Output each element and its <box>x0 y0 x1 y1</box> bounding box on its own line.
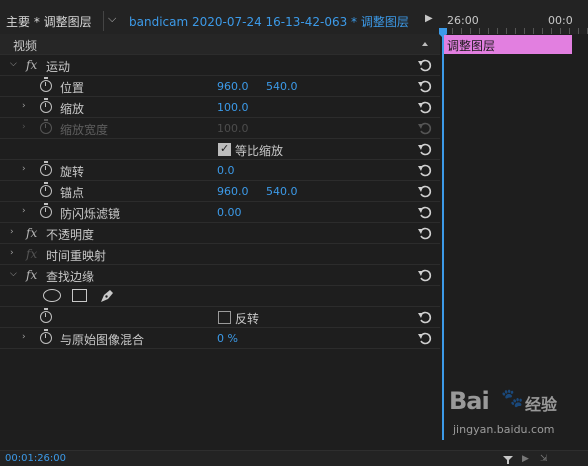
reset-icon[interactable] <box>417 162 433 178</box>
scale-width-value: 100.0 <box>217 122 249 135</box>
reset-icon[interactable] <box>417 267 433 283</box>
position-x-value[interactable]: 960.0 <box>217 80 249 93</box>
flicker-value[interactable]: 0.00 <box>217 206 242 219</box>
stopwatch-icon[interactable] <box>40 161 52 176</box>
fx-icon[interactable]: fx <box>26 58 37 72</box>
stopwatch-icon <box>40 119 52 134</box>
uniform-scale-checkbox[interactable] <box>218 142 231 156</box>
play-triangle-icon[interactable]: ▶ <box>425 13 433 24</box>
timeline-timecode-end: 00:0 <box>548 14 573 27</box>
property-position: 位置 960.0 540.0 <box>0 76 440 97</box>
filter-icon[interactable] <box>503 454 513 464</box>
invert-checkbox[interactable] <box>218 311 231 324</box>
export-icon[interactable]: ⇲ <box>540 454 550 464</box>
effect-motion[interactable]: ⌵ fx 运动 <box>0 55 440 76</box>
stopwatch-icon[interactable] <box>40 329 52 344</box>
effect-time-remap-label: 时间重映射 <box>46 249 107 263</box>
stopwatch-icon[interactable] <box>40 98 52 113</box>
watermark-url: jingyan.baidu.com <box>453 423 555 436</box>
chevron-right-icon[interactable]: › <box>22 101 26 111</box>
reset-icon[interactable] <box>417 330 433 346</box>
current-timecode[interactable]: 00:01:26:00 <box>5 453 66 464</box>
stopwatch-icon[interactable] <box>40 308 52 323</box>
section-video: 视频 <box>0 34 440 55</box>
reset-icon[interactable] <box>417 225 433 241</box>
fx-icon: fx <box>26 247 38 261</box>
reset-icon[interactable] <box>417 183 433 199</box>
property-rotation-label: 旋转 <box>60 165 85 179</box>
reset-icon[interactable] <box>417 204 433 220</box>
rotation-value[interactable]: 0.0 <box>217 164 235 177</box>
effect-opacity[interactable]: › fx 不透明度 <box>0 223 440 244</box>
chevron-right-icon[interactable]: › <box>22 332 26 342</box>
stopwatch-icon[interactable] <box>40 182 52 197</box>
bottom-bar: 00:01:26:00 ▶ ⇲ <box>0 450 588 466</box>
scroll-up-icon[interactable] <box>417 36 433 52</box>
timeline-clip[interactable]: 调整图层 <box>444 35 572 54</box>
property-flicker-label: 防闪烁滤镜 <box>60 207 121 221</box>
chevron-down-icon[interactable]: ⌵ <box>10 269 17 279</box>
play-icon[interactable]: ▶ <box>522 454 532 464</box>
clip-path-label[interactable]: bandicam 2020-07-24 16-13-42-063 * 调整图层 <box>129 13 409 30</box>
panel-header: 主要 * 调整图层 ⌵ bandicam 2020-07-24 16-13-42… <box>0 0 588 34</box>
pen-mask-icon[interactable] <box>98 287 116 305</box>
stopwatch-icon[interactable] <box>40 203 52 218</box>
ellipse-mask-icon[interactable] <box>43 289 61 302</box>
fx-icon[interactable]: fx <box>26 268 37 282</box>
anchor-x-value[interactable]: 960.0 <box>217 185 249 198</box>
property-anchor: 锚点 960.0 540.0 <box>0 181 440 202</box>
timeline-timecode-start: 26:00 <box>447 14 479 27</box>
chevron-right-icon[interactable]: › <box>22 206 26 216</box>
property-scale-width: › 缩放宽度 100.0 <box>0 118 440 139</box>
chevron-right-icon[interactable]: › <box>22 164 26 174</box>
anchor-y-value[interactable]: 540.0 <box>266 185 298 198</box>
property-scale-label: 缩放 <box>60 102 85 116</box>
watermark: Bai 🐾 经验 jingyan.baidu.com <box>447 385 582 445</box>
property-flicker-filter: › 防闪烁滤镜 0.00 <box>0 202 440 223</box>
header-divider <box>103 11 104 31</box>
reset-icon[interactable] <box>417 309 433 325</box>
fx-icon[interactable]: fx <box>26 226 37 240</box>
mask-tools-row <box>0 286 440 307</box>
property-anchor-label: 锚点 <box>60 186 85 200</box>
blend-value[interactable]: 0 % <box>217 332 238 345</box>
stopwatch-icon[interactable] <box>40 77 52 92</box>
uniform-scale-label: 等比缩放 <box>235 144 284 158</box>
paw-icon: 🐾 <box>501 388 524 409</box>
effect-find-edges-label: 查找边缘 <box>46 270 95 284</box>
reset-icon[interactable] <box>417 141 433 157</box>
property-uniform-scale: 等比缩放 <box>0 139 440 160</box>
scale-value[interactable]: 100.0 <box>217 101 249 114</box>
effect-opacity-label: 不透明度 <box>46 228 95 242</box>
chevron-right-icon[interactable]: › <box>10 248 14 258</box>
timeline-ruler[interactable] <box>443 28 588 34</box>
reset-icon[interactable] <box>417 78 433 94</box>
reset-icon[interactable] <box>417 99 433 115</box>
invert-label: 反转 <box>235 312 260 326</box>
property-scale: › 缩放 100.0 <box>0 97 440 118</box>
effect-motion-label: 运动 <box>46 60 71 74</box>
property-invert: 反转 <box>0 307 440 328</box>
property-position-label: 位置 <box>60 81 85 95</box>
property-rotation: › 旋转 0.0 <box>0 160 440 181</box>
reset-icon[interactable] <box>417 57 433 73</box>
property-blend-label: 与原始图像混合 <box>60 333 145 347</box>
position-y-value[interactable]: 540.0 <box>266 80 298 93</box>
effect-time-remap[interactable]: › fx 时间重映射 <box>0 244 440 265</box>
rectangle-mask-icon[interactable] <box>72 289 87 302</box>
property-blend-original: › 与原始图像混合 0 % <box>0 328 440 349</box>
panel-title[interactable]: 主要 * 调整图层 <box>6 13 92 30</box>
chevron-down-icon[interactable]: ⌵ <box>10 59 17 69</box>
reset-icon <box>417 120 433 136</box>
effect-find-edges[interactable]: ⌵ fx 查找边缘 <box>0 265 440 286</box>
watermark-brand: Bai <box>449 387 490 415</box>
watermark-text: 经验 <box>525 395 558 414</box>
chevron-right-icon: › <box>22 122 26 132</box>
effect-controls-panel: 视频 ⌵ fx 运动 位置 960.0 540.0 › 缩放 100.0 › 缩… <box>0 34 440 450</box>
chevron-right-icon[interactable]: › <box>10 227 14 237</box>
property-scale-width-label: 缩放宽度 <box>60 123 109 137</box>
section-video-label: 视频 <box>13 39 38 53</box>
playhead-line[interactable] <box>442 34 444 440</box>
chevron-down-icon[interactable]: ⌵ <box>108 12 116 26</box>
